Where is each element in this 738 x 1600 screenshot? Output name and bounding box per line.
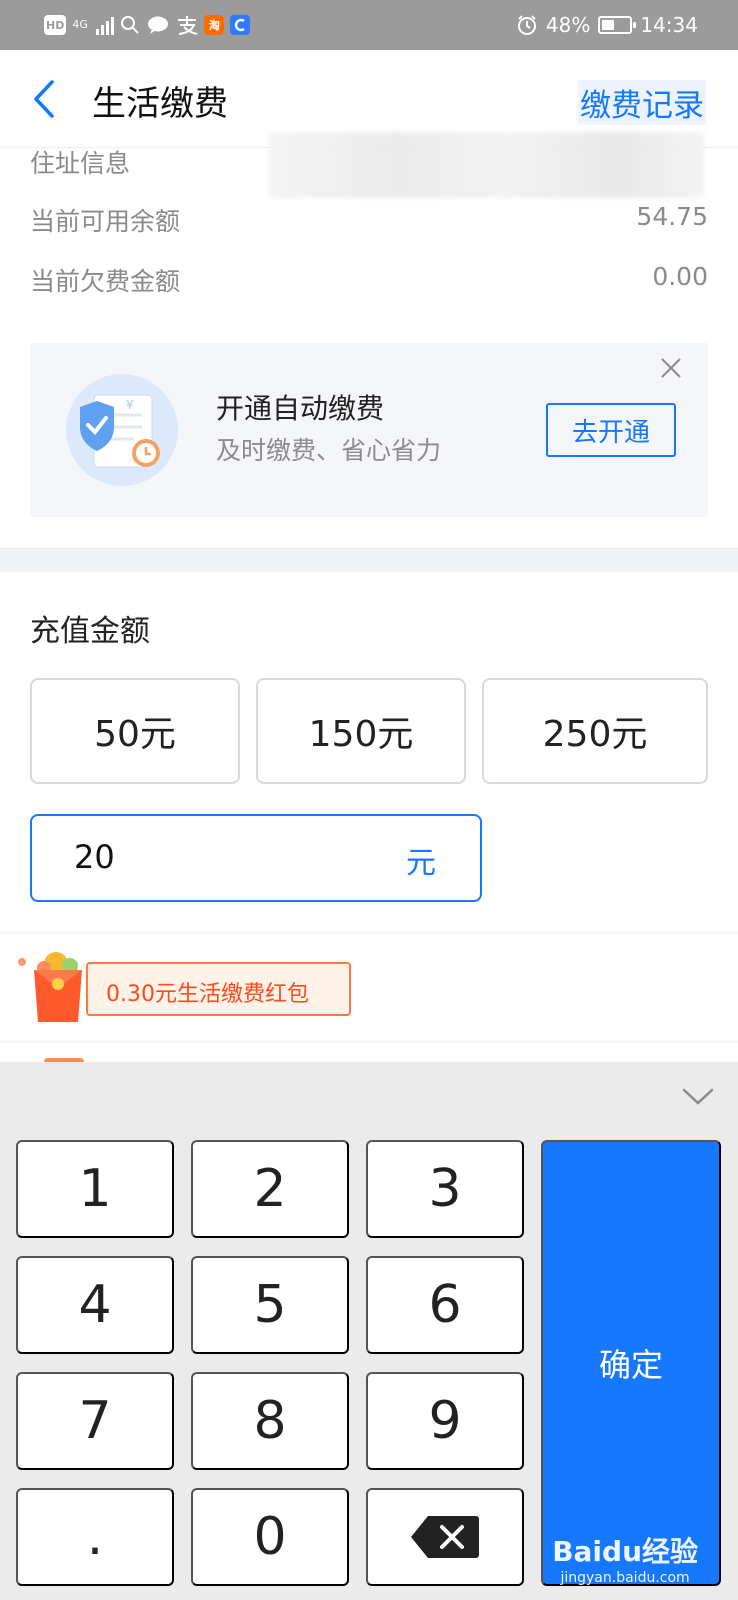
alipay-icon: [178, 16, 198, 35]
status-bar: HD 4G 淘 48% 14:34: [0, 0, 738, 50]
divider: [0, 1041, 738, 1042]
recharge-amount-label: 充值金额: [30, 614, 150, 649]
amount-option-50[interactable]: 50元: [30, 678, 240, 784]
status-icons-right: 48% 14:34: [516, 12, 698, 38]
search-icon: [121, 16, 140, 34]
battery-icon: [598, 16, 637, 34]
blurred-address-value: [268, 132, 704, 198]
auto-pay-promo-card: ¥ 开通自动缴费 及时缴费、省心省力 去开通: [30, 343, 708, 517]
key-0[interactable]: 0: [191, 1488, 349, 1586]
confirm-button[interactable]: 确定: [541, 1140, 721, 1586]
enable-auto-pay-button[interactable]: 去开通: [546, 403, 676, 457]
network-label: 4G: [72, 18, 88, 31]
clock: 14:34: [640, 13, 698, 37]
chevron-down-icon[interactable]: [678, 1076, 718, 1116]
alarm-icon: [517, 15, 536, 35]
watermark-logo: Baidu经验: [552, 1535, 698, 1568]
address-label: 住址信息: [30, 149, 131, 178]
status-icons-left: HD 4G 淘: [44, 12, 251, 38]
backspace-icon: [411, 1516, 479, 1558]
red-packet-text[interactable]: 0.30元生活缴费红包: [106, 976, 309, 1008]
arrears-row: 当前欠费金额 0.00: [30, 258, 708, 298]
baidu-jingyan-watermark: Baidu经验 jingyan.baidu.com: [552, 1530, 698, 1586]
amount-option-150[interactable]: 150元: [256, 678, 466, 784]
key-5[interactable]: 5: [191, 1256, 349, 1354]
key-7[interactable]: 7: [16, 1372, 174, 1470]
auto-pay-illustration-icon: ¥: [66, 374, 178, 486]
arrears-value: 0.00: [652, 262, 708, 291]
custom-amount-input[interactable]: 20 元: [30, 814, 482, 902]
battery-percent: 48%: [545, 13, 591, 37]
app-icon: [230, 15, 251, 35]
promo-subtitle: 及时缴费、省心省力: [216, 436, 442, 465]
chat-icon: [148, 16, 169, 34]
taobao-icon: 淘: [204, 15, 225, 35]
watermark-site: jingyan.baidu.com: [560, 1570, 690, 1586]
key-3[interactable]: 3: [366, 1140, 524, 1238]
payment-records-link[interactable]: 缴费记录: [578, 80, 706, 125]
close-icon[interactable]: [656, 353, 686, 383]
section-divider: [0, 548, 738, 572]
hd-badge: HD: [44, 15, 67, 35]
promo-title: 开通自动缴费: [216, 392, 385, 425]
back-arrow-icon[interactable]: [26, 76, 66, 122]
key-9[interactable]: 9: [366, 1372, 524, 1470]
key-6[interactable]: 6: [366, 1256, 524, 1354]
red-packet-icon: [18, 952, 82, 1022]
arrears-label: 当前欠费金额: [30, 267, 181, 296]
key-4[interactable]: 4: [16, 1256, 174, 1354]
key-1[interactable]: 1: [16, 1140, 174, 1238]
key-decimal[interactable]: .: [16, 1488, 174, 1586]
balance-label: 当前可用余额: [30, 207, 181, 236]
custom-amount-value: 20: [74, 838, 115, 876]
key-8[interactable]: 8: [191, 1372, 349, 1470]
signal-icon: [96, 15, 115, 35]
divider: [0, 932, 738, 933]
custom-amount-unit: 元: [406, 846, 436, 881]
balance-value: 54.75: [636, 202, 708, 231]
balance-row: 当前可用余额 54.75: [30, 198, 708, 238]
key-2[interactable]: 2: [191, 1140, 349, 1238]
amount-option-250[interactable]: 250元: [482, 678, 708, 784]
key-backspace[interactable]: [366, 1488, 524, 1586]
page-title: 生活缴费: [92, 84, 228, 124]
svg-text:¥: ¥: [126, 398, 134, 412]
